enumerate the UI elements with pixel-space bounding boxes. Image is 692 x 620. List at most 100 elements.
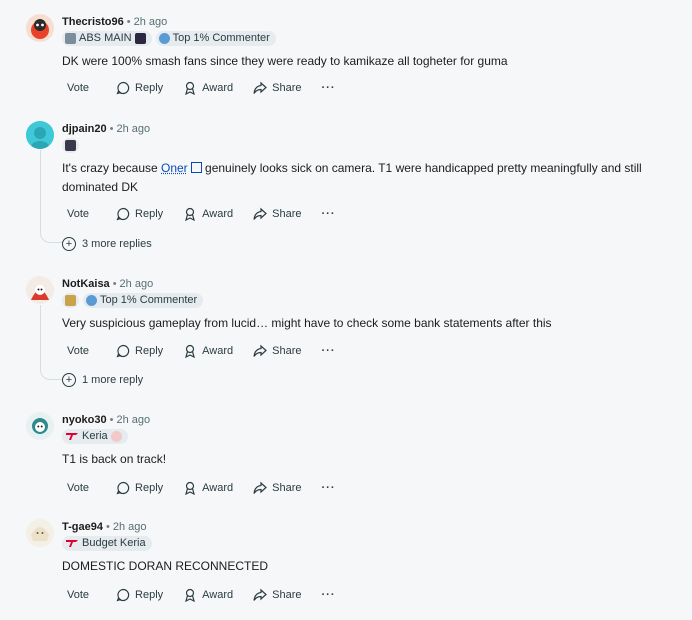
award-icon (185, 344, 196, 358)
player-emote-icon (65, 139, 76, 151)
plus-circle-icon: + (62, 237, 76, 251)
share-label: Share (272, 345, 302, 357)
comment-meta: nyoko30 • 2h ago (62, 414, 151, 426)
more-replies-label: 1 more reply (82, 374, 144, 386)
reply-button[interactable]: Reply (116, 481, 163, 495)
user-flair: Budget Keria (62, 535, 152, 551)
comment-actions: Vote Reply Award Share ··· (62, 344, 356, 358)
share-icon (253, 207, 268, 220)
vote-label: Vote (67, 482, 90, 494)
author-name[interactable]: nyoko30 (62, 414, 107, 426)
flair-label: Keria (82, 430, 108, 442)
share-label: Share (272, 589, 302, 601)
timestamp[interactable]: 2h ago (113, 521, 147, 533)
flair-row: Top 1% Commenter (62, 292, 204, 308)
more-replies-button[interactable]: + 1 more reply (62, 373, 143, 387)
vote-group: Vote (62, 208, 94, 220)
avatar[interactable] (26, 519, 54, 547)
team-logo-icon (65, 294, 76, 306)
vote-label: Vote (67, 208, 90, 220)
user-flair: ABS MAIN (62, 30, 152, 46)
comment-text: It's crazy because (62, 161, 161, 175)
comment-body: It's crazy because Oner genuinely looks … (62, 159, 662, 197)
reply-button[interactable]: Reply (116, 81, 163, 95)
comment-actions: Vote Reply Award Share ··· (62, 481, 356, 495)
award-label: Award (202, 208, 234, 220)
flair-label: ABS MAIN (79, 32, 132, 44)
reply-label: Reply (135, 208, 164, 220)
reply-label: Reply (135, 82, 164, 94)
abs-emote-icon (134, 32, 146, 44)
link-icon[interactable] (190, 162, 202, 173)
flair-row: ABS MAIN Top 1% Commenter (62, 30, 276, 46)
avatar[interactable] (26, 121, 54, 149)
award-button[interactable]: Award (183, 481, 233, 495)
more-replies-label: 3 more replies (82, 238, 152, 250)
comment-bubble-icon (116, 344, 130, 358)
author-name[interactable]: T-gae94 (62, 521, 103, 533)
share-button[interactable]: Share (253, 81, 302, 95)
timestamp[interactable]: 2h ago (120, 278, 154, 290)
comment-body: T1 is back on track! (62, 452, 167, 466)
timestamp[interactable]: 2h ago (117, 414, 151, 426)
author-name[interactable]: Thecristo96 (62, 16, 124, 28)
share-button[interactable]: Share (253, 588, 302, 602)
avatar[interactable] (26, 14, 54, 42)
reply-label: Reply (135, 589, 164, 601)
more-options-button[interactable]: ··· (322, 589, 336, 601)
emote-icon (110, 430, 122, 442)
thread-line (40, 150, 41, 232)
reply-button[interactable]: Reply (116, 207, 163, 221)
award-label: Award (202, 482, 234, 494)
author-name[interactable]: djpain20 (62, 123, 107, 135)
author-name[interactable]: NotKaisa (62, 278, 110, 290)
award-icon (185, 81, 196, 95)
reply-button[interactable]: Reply (116, 588, 163, 602)
more-options-button[interactable]: ··· (322, 82, 336, 94)
avatar[interactable] (26, 276, 54, 304)
more-options-button[interactable]: ··· (322, 208, 336, 220)
award-icon (185, 207, 196, 221)
more-options-button[interactable]: ··· (322, 482, 336, 494)
award-button[interactable]: Award (183, 207, 233, 221)
vote-group: Vote (62, 82, 94, 94)
user-flair (62, 292, 79, 308)
comment-actions: Vote Reply Award Share ··· (62, 207, 356, 221)
award-icon (185, 481, 196, 495)
award-button[interactable]: Award (183, 344, 233, 358)
thread-line (40, 232, 63, 243)
share-button[interactable]: Share (253, 344, 302, 358)
avatar[interactable] (26, 412, 54, 440)
vote-label: Vote (67, 345, 90, 357)
comment-actions: Vote Reply Award Share ··· (62, 81, 356, 95)
share-icon (253, 481, 268, 494)
award-icon (185, 588, 196, 602)
timestamp[interactable]: 2h ago (134, 16, 168, 28)
top-commenter-icon (158, 32, 170, 44)
more-options-button[interactable]: ··· (322, 345, 336, 357)
player-link[interactable]: Oner (161, 161, 188, 175)
share-label: Share (272, 82, 302, 94)
thread-line (40, 369, 63, 380)
award-label: Award (202, 82, 234, 94)
comment-body: Very suspicious gameplay from lucid… mig… (62, 316, 552, 330)
award-button[interactable]: Award (183, 81, 233, 95)
reply-button[interactable]: Reply (116, 344, 163, 358)
share-icon (253, 344, 268, 357)
comment-bubble-icon (116, 588, 130, 602)
vote-label: Vote (67, 82, 90, 94)
share-button[interactable]: Share (253, 481, 302, 495)
user-flair (62, 137, 79, 153)
award-button[interactable]: Award (183, 588, 233, 602)
comment-meta: djpain20 • 2h ago (62, 123, 151, 135)
vote-group: Vote (62, 589, 94, 601)
top-commenter-icon (86, 294, 97, 306)
share-button[interactable]: Share (253, 207, 302, 221)
more-replies-button[interactable]: + 3 more replies (62, 237, 152, 251)
comment-actions: Vote Reply Award Share ··· (62, 588, 356, 602)
comment-meta: T-gae94 • 2h ago (62, 521, 147, 533)
vote-label: Vote (67, 589, 90, 601)
timestamp[interactable]: 2h ago (116, 123, 150, 135)
comment-body: DOMESTIC DORAN RECONNECTED (62, 559, 269, 573)
award-label: Award (202, 589, 234, 601)
